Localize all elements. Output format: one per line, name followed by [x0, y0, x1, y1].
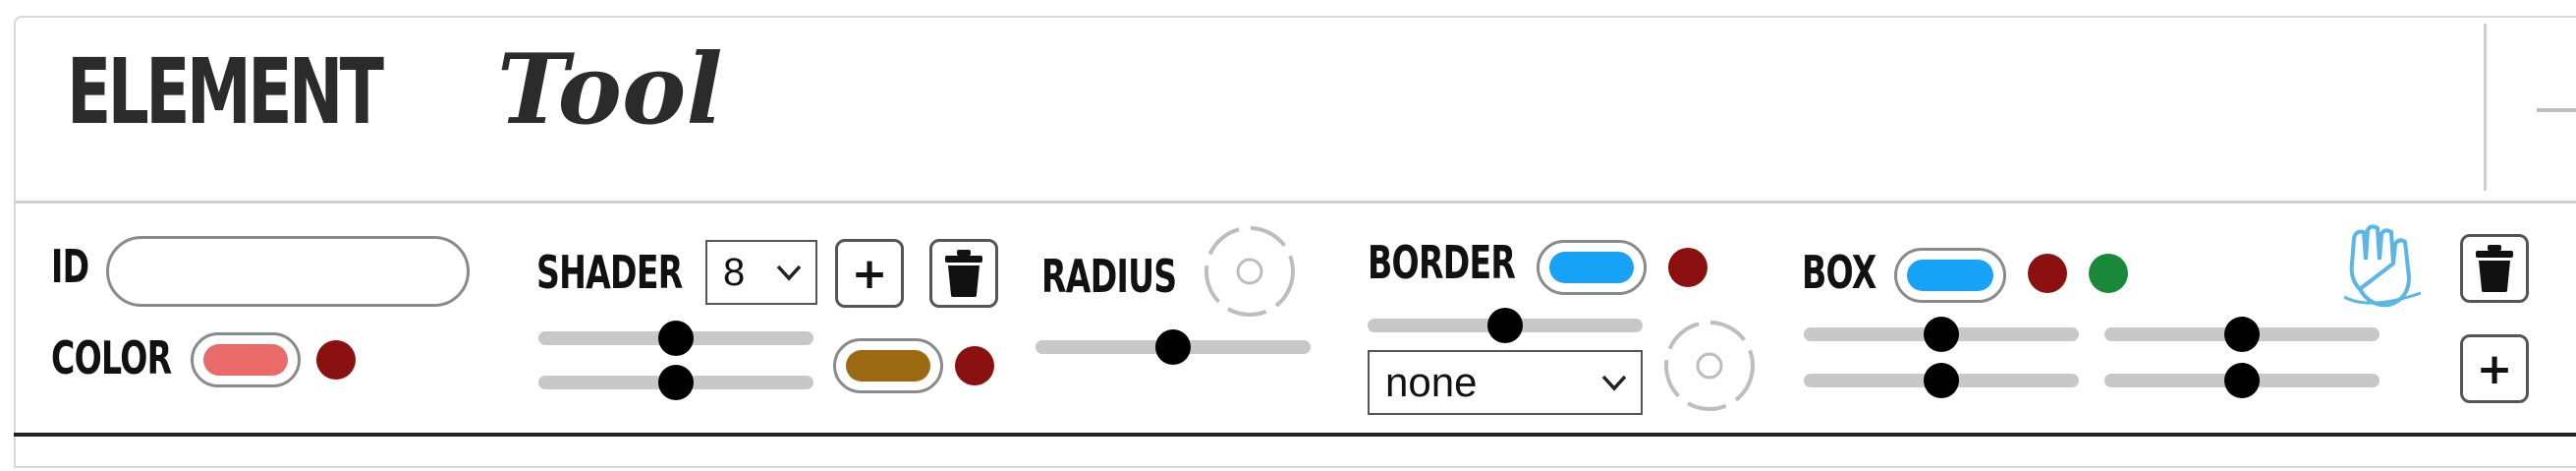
shader-swatch[interactable]	[833, 338, 943, 393]
box-slider-4-knob[interactable]	[2224, 363, 2260, 398]
shader-select-value: 8	[723, 250, 746, 294]
shader-select[interactable]: 8	[705, 240, 817, 305]
radius-slider-knob[interactable]	[1155, 329, 1191, 365]
trash-icon	[945, 250, 982, 297]
box-dot-1[interactable]	[2028, 254, 2067, 293]
box-label: BOX	[1802, 246, 1876, 299]
box-slider-3-knob[interactable]	[1924, 363, 1959, 398]
page-title: ELEMENT Tool	[67, 33, 723, 171]
box-dot-2[interactable]	[2089, 254, 2128, 293]
minimize-icon[interactable]	[2537, 108, 2576, 112]
shader-label: SHADER	[536, 246, 683, 299]
title-tool: Tool	[497, 33, 723, 147]
color-label: COLOR	[51, 331, 172, 384]
box-slider-2[interactable]	[2104, 317, 2380, 352]
box-slider-3[interactable]	[1804, 363, 2079, 398]
shader-slider-1-knob[interactable]	[658, 321, 694, 356]
border-swatch[interactable]	[1537, 240, 1647, 295]
color-swatch-fill	[203, 344, 288, 376]
id-input[interactable]	[106, 236, 470, 307]
id-label: ID	[51, 240, 89, 293]
box-delete-button[interactable]	[2460, 234, 2529, 303]
shader-dot[interactable]	[955, 346, 994, 385]
color-swatch[interactable]	[191, 332, 301, 387]
plus-icon: +	[2476, 343, 2513, 394]
box-slider-2-knob[interactable]	[2224, 317, 2260, 352]
shader-delete-button[interactable]	[929, 239, 998, 308]
border-slider[interactable]	[1368, 308, 1643, 343]
box-slider-4[interactable]	[2104, 363, 2380, 398]
toolbar-divider-top	[14, 201, 2576, 204]
border-slider-knob[interactable]	[1487, 308, 1523, 343]
box-add-button[interactable]: +	[2460, 334, 2529, 403]
chevron-down-icon	[1601, 375, 1627, 391]
box-slider-1-knob[interactable]	[1924, 317, 1959, 352]
radius-slider[interactable]	[1036, 329, 1311, 365]
border-style-select[interactable]: none	[1368, 350, 1643, 415]
shader-slider-1[interactable]	[538, 321, 813, 356]
color-dot[interactable]	[316, 340, 356, 380]
shader-slider-2-knob[interactable]	[658, 365, 694, 400]
toolbar-divider-bottom	[14, 433, 2576, 437]
hand-cursor-icon	[2343, 224, 2422, 308]
shader-slider-2[interactable]	[538, 365, 813, 400]
radius-label: RADIUS	[1041, 250, 1177, 303]
dashed-circle-icon[interactable]	[1662, 319, 1757, 413]
header-divider	[2484, 24, 2487, 191]
trash-icon	[2476, 245, 2513, 292]
dashed-circle-icon[interactable]	[1203, 224, 1297, 319]
box-swatch-fill	[1907, 260, 1993, 291]
plus-icon: +	[851, 248, 888, 299]
border-swatch-fill	[1549, 252, 1634, 283]
border-style-value: none	[1385, 359, 1478, 405]
shader-swatch-fill	[846, 350, 930, 382]
box-swatch[interactable]	[1894, 248, 2006, 303]
border-dot[interactable]	[1668, 248, 1708, 287]
border-label: BORDER	[1368, 236, 1516, 289]
box-slider-1[interactable]	[1804, 317, 2079, 352]
shader-add-button[interactable]: +	[835, 239, 904, 308]
chevron-down-icon	[776, 265, 802, 281]
title-element: ELEMENT	[67, 39, 384, 145]
